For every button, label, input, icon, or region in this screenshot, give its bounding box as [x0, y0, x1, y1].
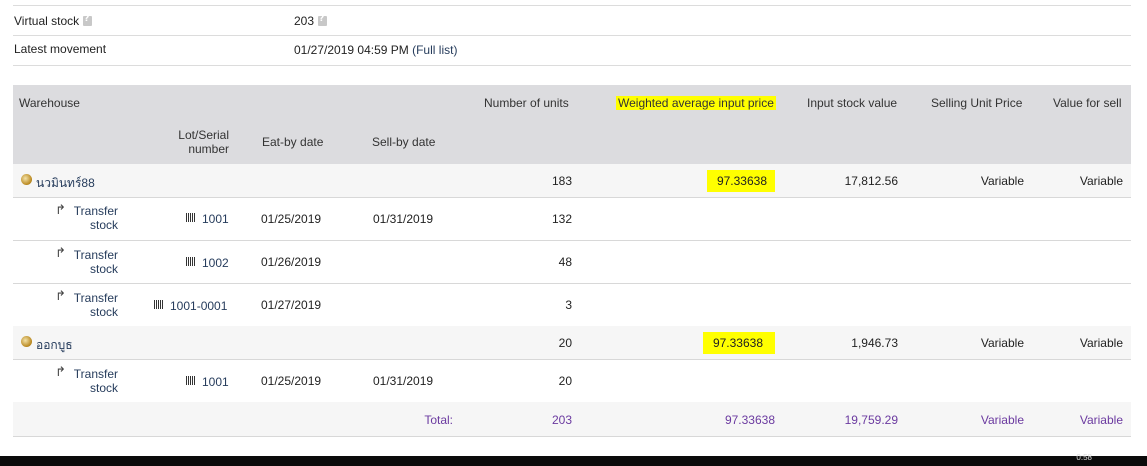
full-list-link[interactable]: (Full list): [412, 43, 457, 57]
stock-value: 17,812.56: [844, 174, 898, 188]
eat-by-date: 01/25/2019: [261, 374, 322, 388]
header-units: Number of units: [484, 96, 569, 110]
barcode-icon: [186, 376, 196, 385]
warehouse-link[interactable]: นวมินทร์88: [36, 174, 95, 193]
total-value-for-sell: Variable: [1079, 413, 1123, 427]
wap-value: 97.33638: [680, 332, 775, 354]
virtual-stock-value: 203: [294, 14, 328, 28]
warehouse-link[interactable]: ออกบูธ: [36, 336, 73, 355]
barcode-icon: [154, 300, 164, 309]
virtual-stock-label: Virtual stock: [14, 14, 93, 28]
total-selling-price: Variable: [980, 413, 1024, 427]
transfer-stock-link[interactable]: Transfer stock: [68, 204, 118, 232]
header-lot-serial: Lot/Serial number: [178, 128, 229, 156]
units-value: 132: [551, 212, 572, 226]
divider: [13, 5, 1131, 6]
sell-by-date: 01/31/2019: [373, 212, 434, 226]
warehouse-icon: [21, 174, 32, 185]
header-wap: Weighted average input price: [616, 96, 776, 110]
header-sell-by: Sell-by date: [372, 135, 436, 149]
help-icon[interactable]: [318, 14, 328, 26]
table-row: [13, 197, 1131, 241]
units-value: 20: [558, 374, 572, 388]
value-for-sell: Variable: [1079, 336, 1123, 350]
taskbar-clock[interactable]: 0:58: [1076, 453, 1092, 462]
sell-by-date: 01/31/2019: [373, 374, 434, 388]
barcode-icon: [186, 257, 196, 266]
wap-value: 97.33638: [680, 170, 775, 192]
eat-by-date: 01/25/2019: [261, 212, 322, 226]
divider: [13, 35, 1131, 36]
latest-movement-value: 01/27/2019 04:59 PM (Full list): [294, 43, 458, 57]
selling-price: Variable: [980, 336, 1024, 350]
total-units: 203: [551, 413, 572, 427]
total-stock-value: 19,759.29: [844, 413, 898, 427]
stock-value: 1,946.73: [851, 336, 898, 350]
barcode-icon: [186, 213, 196, 222]
eat-by-date: 01/27/2019: [261, 298, 322, 312]
header-eat-by: Eat-by date: [262, 135, 324, 149]
lot-link[interactable]: 1001: [202, 375, 229, 389]
latest-movement-label: Latest movement: [14, 42, 107, 56]
total-label: Total:: [424, 413, 453, 427]
value-for-sell: Variable: [1079, 174, 1123, 188]
taskbar: 0:58: [0, 453, 1147, 466]
transfer-arrow-icon: ↱: [55, 365, 66, 380]
warehouse-icon: [21, 336, 32, 347]
units-value: 183: [551, 174, 572, 188]
selling-price: Variable: [980, 174, 1024, 188]
units-value: 20: [558, 336, 572, 350]
table-row: [13, 240, 1131, 284]
units-value: 3: [565, 298, 572, 312]
lot-link[interactable]: 1001: [202, 212, 229, 226]
header-selling-price: Selling Unit Price: [931, 96, 1023, 110]
transfer-stock-link[interactable]: Transfer stock: [68, 248, 118, 276]
total-wap: 97.33638: [724, 413, 775, 427]
divider: [13, 65, 1131, 66]
transfer-arrow-icon: ↱: [55, 203, 66, 218]
help-icon[interactable]: [83, 14, 93, 26]
transfer-stock-link[interactable]: Transfer stock: [68, 367, 118, 395]
transfer-arrow-icon: ↱: [55, 246, 66, 261]
header-warehouse: Warehouse: [19, 96, 80, 110]
transfer-arrow-icon: ↱: [55, 289, 66, 304]
header-value-for-sell: Value for sell: [1053, 96, 1122, 110]
lot-link[interactable]: 1002: [202, 256, 229, 270]
eat-by-date: 01/26/2019: [261, 255, 322, 269]
transfer-stock-link[interactable]: Transfer stock: [68, 291, 118, 319]
table-row: [13, 359, 1131, 403]
header-stock-value: Input stock value: [807, 96, 898, 110]
lot-link[interactable]: 1001-0001: [170, 299, 227, 313]
units-value: 48: [558, 255, 572, 269]
